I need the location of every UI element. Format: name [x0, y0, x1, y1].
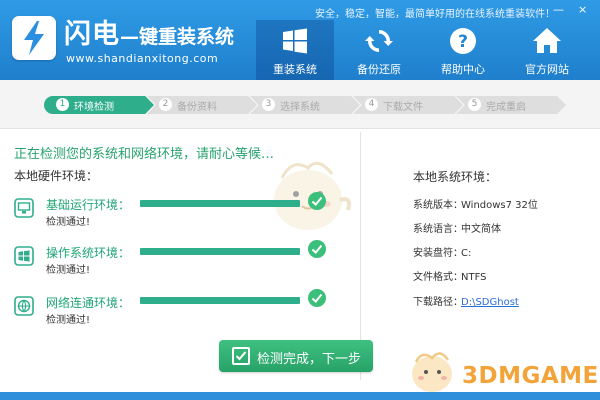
- progress-bar-runtime: [140, 200, 300, 207]
- sys-value: C:: [461, 248, 472, 259]
- header-tagline: 安全，稳定，智能，最简单好用的在线系统重装软件！: [315, 9, 555, 20]
- nav-label: 帮助中心: [441, 63, 485, 76]
- lightning-logo-icon: [12, 16, 56, 60]
- windows-icon: [14, 246, 34, 266]
- nav-reinstall-system[interactable]: 重装系统: [256, 20, 334, 80]
- check-ok-icon: [308, 192, 326, 210]
- check-label-runtime: 基础运行环境：: [46, 198, 131, 212]
- system-section-title: 本地系统环境：: [413, 170, 498, 184]
- sys-row-download-path: 下载路径：D:\SDGhost: [413, 293, 519, 308]
- check-label-os: 操作系统环境：: [46, 246, 131, 260]
- step-progress: 1 环境检测 2 备份资料 3 选择系统 4 下载文件 5 完成重启: [0, 80, 600, 129]
- windows-icon: [283, 28, 307, 54]
- step-label: 备份资料: [177, 102, 217, 113]
- footer-bar: [0, 392, 600, 400]
- sys-key: 系统版本：: [413, 200, 463, 211]
- nav-official-site[interactable]: 官方网站: [508, 20, 586, 80]
- sys-row-version: 系统版本：Windows7 32位: [413, 196, 538, 211]
- step-download[interactable]: 4 下载文件: [353, 96, 463, 114]
- watermark-text: 3DMGAME: [462, 363, 599, 389]
- step-env-check[interactable]: 1 环境检测: [44, 96, 154, 114]
- step-backup[interactable]: 2 备份资料: [147, 96, 257, 114]
- nav-label: 备份还原: [357, 63, 401, 76]
- step-restart[interactable]: 5 完成重启: [456, 96, 566, 114]
- hardware-section-title: 本地硬件环境：: [14, 169, 99, 183]
- step-number: 3: [262, 98, 275, 111]
- nav-help-center[interactable]: ? 帮助中心: [424, 20, 502, 80]
- step-label: 下载文件: [383, 102, 423, 113]
- nav-label: 重装系统: [273, 63, 317, 76]
- app-header: 安全，稳定，智能，最简单好用的在线系统重装软件！ — × 闪电—键重装系统 ww…: [0, 0, 600, 80]
- check-result-os: 检测通过!: [46, 265, 91, 276]
- refresh-icon: [365, 30, 393, 52]
- sys-key: 文件格式：: [413, 272, 463, 283]
- progress-bar-os: [140, 248, 300, 255]
- sys-row-drive: 安装盘符：C:: [413, 244, 471, 259]
- app-title-rest: —键重装系统: [120, 26, 235, 48]
- sys-value: Windows7 32位: [461, 200, 538, 211]
- sys-value: 中文简体: [461, 224, 501, 235]
- help-icon: ?: [450, 28, 476, 54]
- step-number: 2: [159, 98, 172, 111]
- sys-key: 安装盘符：: [413, 248, 463, 259]
- sys-value: NTFS: [461, 272, 487, 283]
- check-result-network: 检测通过!: [46, 315, 91, 326]
- checkbox-check-icon: [232, 347, 250, 365]
- check-label-network: 网络连通环境：: [46, 296, 131, 310]
- sys-row-format: 文件格式：NTFS: [413, 268, 487, 283]
- step-number: 5: [468, 98, 481, 111]
- nav-backup-restore[interactable]: 备份还原: [340, 20, 418, 80]
- app-title: 闪电—键重装系统: [64, 12, 234, 51]
- step-number: 1: [56, 98, 69, 111]
- app-url: www.shandianxitong.com: [66, 52, 219, 65]
- sys-key: 下载路径：: [413, 297, 463, 308]
- detect-status-text: 正在检测您的系统和网络环境，请耐心等候…: [14, 147, 275, 162]
- close-button[interactable]: ×: [578, 3, 587, 16]
- step-label: 环境检测: [74, 102, 114, 113]
- svg-text:?: ?: [458, 32, 468, 52]
- monitor-icon: [14, 198, 34, 218]
- step-number: 4: [365, 98, 378, 111]
- detect-complete-next-button[interactable]: 检测完成，下一步: [219, 340, 373, 372]
- next-button-label: 检测完成，下一步: [257, 352, 362, 367]
- progress-bar-network: [140, 297, 300, 304]
- nav-label: 官方网站: [525, 63, 569, 76]
- sys-row-language: 系统语言：中文简体: [413, 220, 501, 235]
- step-label: 完成重启: [486, 102, 526, 113]
- check-ok-icon: [308, 289, 326, 307]
- app-title-main: 闪电: [64, 19, 120, 50]
- minimize-button[interactable]: —: [553, 3, 564, 16]
- step-label: 选择系统: [280, 102, 320, 113]
- globe-icon: [14, 296, 34, 316]
- sys-key: 系统语言：: [413, 224, 463, 235]
- download-path-link[interactable]: D:\SDGhost: [461, 297, 519, 308]
- step-choose-system[interactable]: 3 选择系统: [250, 96, 360, 114]
- check-result-runtime: 检测通过!: [46, 217, 91, 228]
- home-icon: [533, 28, 561, 53]
- check-ok-icon: [308, 240, 326, 258]
